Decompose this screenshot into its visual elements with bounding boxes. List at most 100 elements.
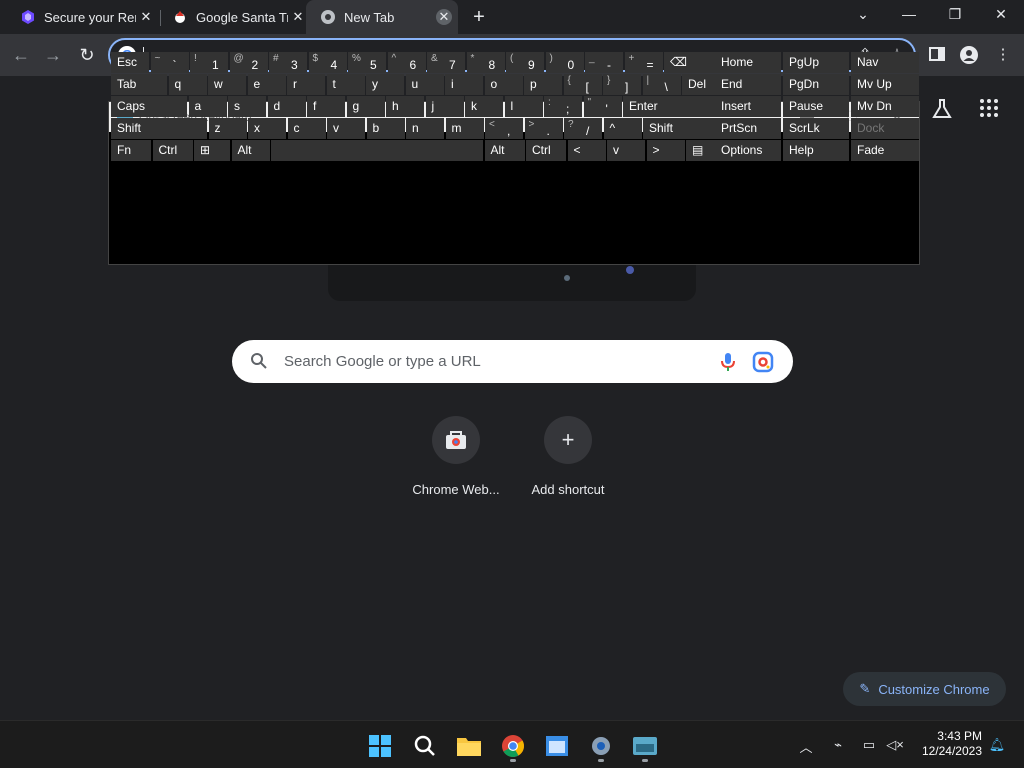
osk-key[interactable]: h <box>386 96 424 117</box>
notification-bell-icon[interactable]: 🔔︎ <box>988 737 1006 753</box>
osk-key[interactable]: % 5 <box>348 52 386 73</box>
osk-key[interactable]: v <box>607 140 645 161</box>
tab-search-icon[interactable]: ⌄ <box>851 6 875 26</box>
osk-key[interactable]: Enter <box>623 96 719 117</box>
osk-key[interactable]: ~ ` <box>150 52 189 73</box>
forward-icon[interactable]: → <box>40 42 66 68</box>
osk-key[interactable]: Tab <box>111 74 167 95</box>
tab-secure[interactable]: Secure your Ren ✕ <box>0 0 160 34</box>
osk-key[interactable]: _ - <box>585 52 623 73</box>
windows-start-icon[interactable] <box>367 733 393 759</box>
osk-key[interactable]: $4 <box>308 52 347 73</box>
osk-key[interactable]: + = <box>624 52 663 73</box>
osk-key[interactable]: #3 <box>269 52 307 73</box>
osk-key[interactable]: Alt <box>231 140 270 161</box>
osk-key[interactable]: ? / <box>564 118 602 139</box>
osk-nav-key[interactable]: Mv Up <box>851 74 919 95</box>
osk-nav-key[interactable]: Fade <box>851 140 919 161</box>
osk-key[interactable]: @2 <box>229 52 268 73</box>
reload-icon[interactable]: ↻ <box>74 42 100 68</box>
osk-nav-key[interactable]: Help <box>783 140 849 161</box>
osk-key[interactable]: Ctrl <box>152 140 193 161</box>
new-tab-button[interactable]: + <box>470 7 488 27</box>
osk-key[interactable]: }] <box>603 74 641 95</box>
osk-key[interactable]: (9 <box>506 52 544 73</box>
network-icon[interactable]: ⌁ <box>829 737 847 753</box>
osk-key[interactable]: v <box>327 118 365 139</box>
google-apps-icon[interactable] <box>979 98 1001 120</box>
osk-key[interactable]: n <box>406 118 444 139</box>
osk-key[interactable]: Shift <box>643 118 725 139</box>
osk-nav-key[interactable]: Dock <box>851 118 919 139</box>
osk-key[interactable]: d <box>267 96 306 117</box>
news-icon[interactable] <box>544 733 570 759</box>
osk-key[interactable]: a <box>188 96 227 117</box>
osk-key[interactable]: m <box>445 118 484 139</box>
osk-key[interactable]: ^ <box>603 118 642 139</box>
osk-key[interactable]: & 7 <box>427 52 465 73</box>
customize-chrome-button[interactable]: ✎ Customize Chrome <box>843 672 1006 706</box>
labs-flask-icon[interactable] <box>931 98 953 120</box>
osk-nav-key[interactable]: Pause <box>783 96 849 117</box>
osk-key[interactable]: ⊞ <box>194 140 230 161</box>
close-tab-icon[interactable]: ✕ <box>290 9 306 25</box>
osk-key[interactable]: ) 0 <box>545 52 584 73</box>
back-icon[interactable]: ← <box>8 42 34 68</box>
osk-key[interactable]: s <box>228 96 266 117</box>
osk-key[interactable]: " ' <box>583 96 622 117</box>
osk-nav-key[interactable]: ScrLk <box>783 118 849 139</box>
osk-key[interactable]: u <box>405 74 444 95</box>
osk-key[interactable]: ! 1 <box>190 52 228 73</box>
osk-key[interactable]: Caps <box>111 96 187 117</box>
close-tab-icon[interactable]: ✕ <box>436 9 452 25</box>
osk-key[interactable]: g <box>346 96 385 117</box>
profile-icon[interactable] <box>960 46 978 64</box>
osk-key[interactable]: Shift <box>111 118 207 139</box>
osk-nav-key[interactable]: Options <box>715 140 781 161</box>
osk-key[interactable]: {[ <box>563 74 602 95</box>
osk-nav-key[interactable]: Nav <box>851 52 919 73</box>
close-window-button[interactable]: ✕ <box>989 6 1013 26</box>
clock[interactable]: 3:43 PM 12/24/2023 <box>912 729 982 759</box>
osk-nav-key[interactable]: PgDn <box>783 74 849 95</box>
shortcut-chrome-web-store[interactable]: Chrome Web... <box>400 416 512 497</box>
osk-key[interactable]: k <box>465 96 503 117</box>
chrome-icon[interactable] <box>500 733 526 759</box>
osk-key[interactable]: f <box>307 96 345 117</box>
osk-key[interactable]: Esc <box>111 52 149 73</box>
osk-key[interactable]: q <box>168 74 207 95</box>
osk-key[interactable]: r <box>287 74 325 95</box>
osk-key[interactable]: < <box>567 140 606 161</box>
osk-nav-key[interactable]: PrtScn <box>715 118 781 139</box>
osk-nav-key[interactable]: Insert <box>715 96 781 117</box>
osk-key[interactable]: i <box>445 74 483 95</box>
menu-kebab-icon[interactable]: ⋮ <box>994 46 1012 64</box>
osk-key[interactable]: e <box>247 74 286 95</box>
osk-key[interactable]: b <box>366 118 405 139</box>
chevron-up-icon[interactable]: ︿ <box>797 737 815 755</box>
settings-icon[interactable] <box>588 733 614 759</box>
file-explorer-icon[interactable] <box>456 733 482 759</box>
osk-key[interactable]: y <box>366 74 404 95</box>
osk-key[interactable]: >. <box>524 118 563 139</box>
tab-new-tab[interactable]: New Tab ✕ <box>306 0 458 34</box>
osk-key[interactable]: > <box>646 140 685 161</box>
osk-key[interactable]: ⌫ <box>664 52 722 73</box>
osk-key[interactable]: Alt <box>484 140 525 161</box>
osk-key[interactable]: x <box>248 118 286 139</box>
minimize-button[interactable]: — <box>897 6 921 26</box>
osk-key[interactable]: t <box>326 74 365 95</box>
osk-key[interactable] <box>271 140 483 161</box>
osk-key[interactable]: <, <box>485 118 523 139</box>
side-panel-icon[interactable] <box>928 46 946 64</box>
osk-icon[interactable] <box>632 733 658 759</box>
osk-key[interactable]: j <box>425 96 464 117</box>
osk-key[interactable]: l <box>504 96 543 117</box>
display-icon[interactable]: ▭ <box>860 737 878 753</box>
osk-key[interactable]: Fn <box>111 140 151 161</box>
osk-key[interactable]: c <box>287 118 326 139</box>
osk-nav-key[interactable]: PgUp <box>783 52 849 73</box>
search-box[interactable]: Search Google or type a URL <box>232 340 793 383</box>
voice-search-icon[interactable] <box>718 351 738 373</box>
osk-key[interactable]: ^ 6 <box>387 52 426 73</box>
